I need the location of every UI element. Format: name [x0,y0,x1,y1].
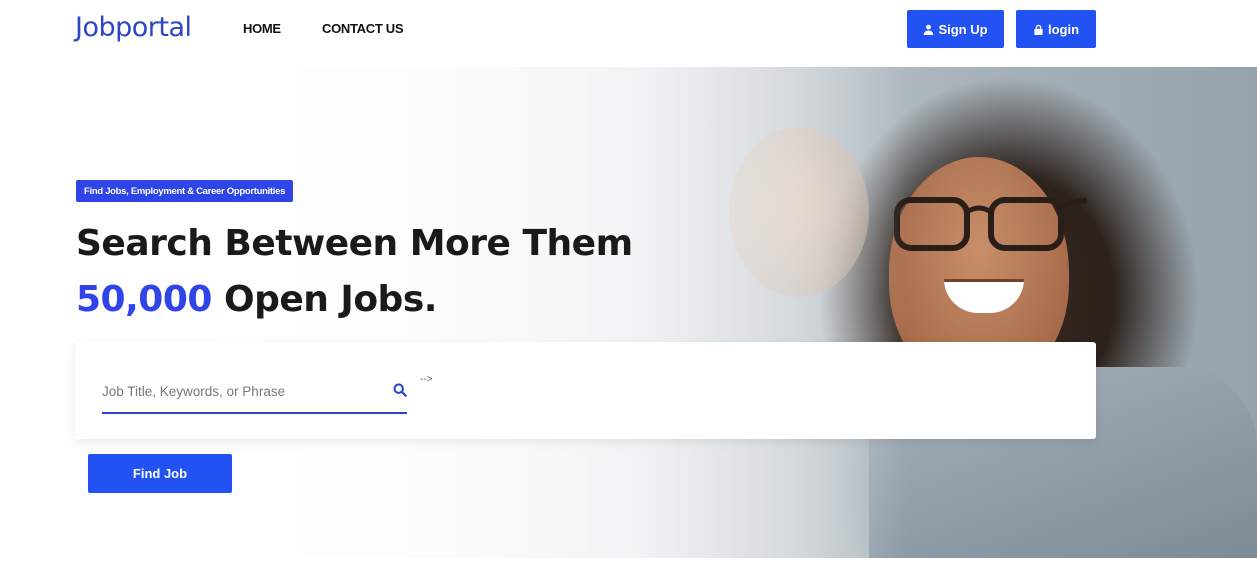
headline-rest: Open Jobs. [223,279,437,320]
headline-number: 50,000 [76,279,212,320]
headline-line-1: Search Between More Them [76,223,633,264]
find-job-button[interactable]: Find Job [88,454,232,493]
headline-line-2: 50,000 Open Jobs. [76,272,633,328]
nav-contact-link[interactable]: CONTACT US [322,21,404,36]
signup-label: Sign Up [938,21,988,37]
search-icon[interactable] [393,383,407,397]
login-button[interactable]: login [1016,10,1096,48]
nav-home-link[interactable]: HOME [243,21,281,36]
search-input[interactable] [102,377,382,405]
navbar: Jobportal HOME CONTACT US Sign Up login [0,0,1257,66]
search-card: --> [75,342,1096,439]
brand-logo[interactable]: Jobportal [75,12,192,43]
lock-icon [1034,24,1043,35]
stray-comment-text: --> [420,374,433,385]
hero-headline: Search Between More Them 50,000 Open Job… [76,216,633,328]
hero-badge: Find Jobs, Employment & Career Opportuni… [76,180,294,202]
user-icon [924,24,934,35]
login-label: login [1047,21,1080,37]
signup-button[interactable]: Sign Up [907,10,1004,48]
search-field [102,372,407,414]
